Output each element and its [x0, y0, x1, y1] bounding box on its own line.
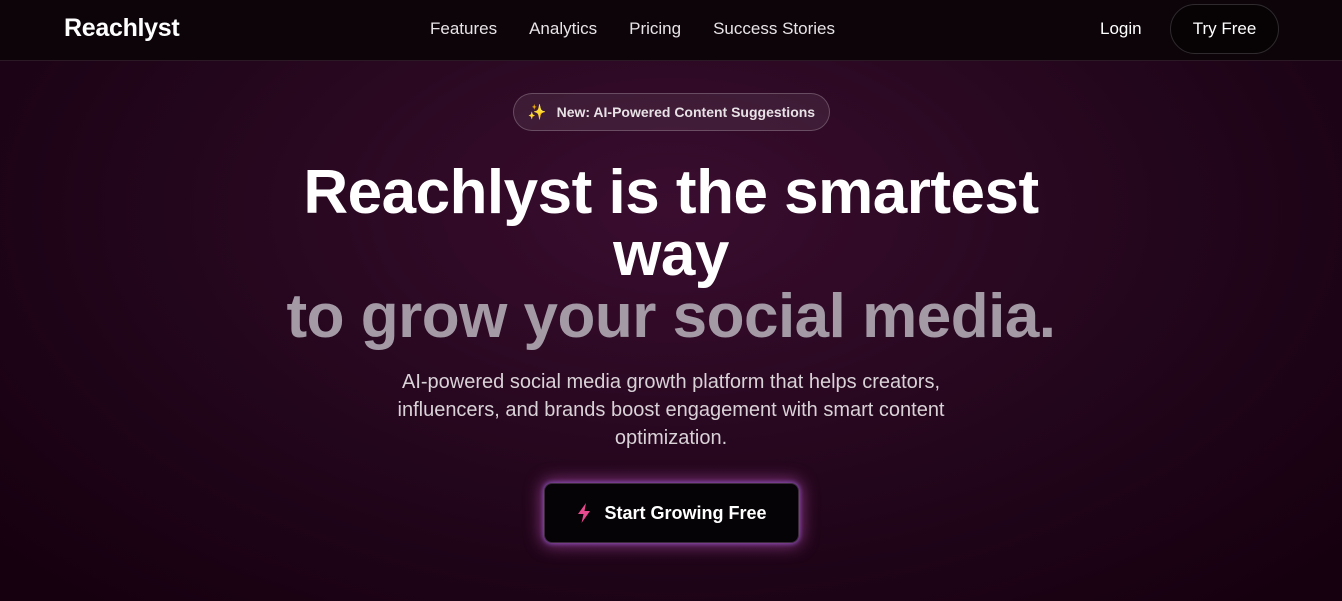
nav-link-features[interactable]: Features	[430, 19, 497, 39]
hero-title: Reachlyst is the smartest way to grow yo…	[0, 162, 1342, 348]
hero-title-line1: Reachlyst is the smartest	[303, 158, 1039, 227]
hero-title-line2: way	[613, 220, 729, 289]
login-link[interactable]: Login	[1100, 19, 1142, 39]
top-nav: Reachlyst Features Analytics Pricing Suc…	[0, 0, 1342, 61]
hero-title-line3: to grow your social media.	[286, 282, 1056, 351]
nav-links: Features Analytics Pricing Success Stori…	[430, 19, 835, 39]
try-free-button[interactable]: Try Free	[1170, 4, 1279, 54]
hero-subtitle: AI-powered social media growth platform …	[397, 371, 945, 449]
announcement-badge[interactable]: ✨ New: AI-Powered Content Suggestions	[513, 93, 830, 131]
landing-page: Reachlyst Features Analytics Pricing Suc…	[0, 0, 1342, 601]
nav-link-analytics[interactable]: Analytics	[529, 19, 597, 39]
cta-label: Start Growing Free	[604, 502, 767, 523]
lightning-bolt-icon	[578, 503, 591, 523]
sparkles-icon: ✨	[527, 104, 547, 121]
brand-logo[interactable]: Reachlyst	[64, 14, 180, 43]
nav-link-pricing[interactable]: Pricing	[629, 19, 681, 39]
badge-text: New: AI-Powered Content Suggestions	[556, 104, 816, 120]
start-growing-button[interactable]: Start Growing Free	[544, 483, 799, 543]
nav-link-success-stories[interactable]: Success Stories	[713, 19, 835, 39]
